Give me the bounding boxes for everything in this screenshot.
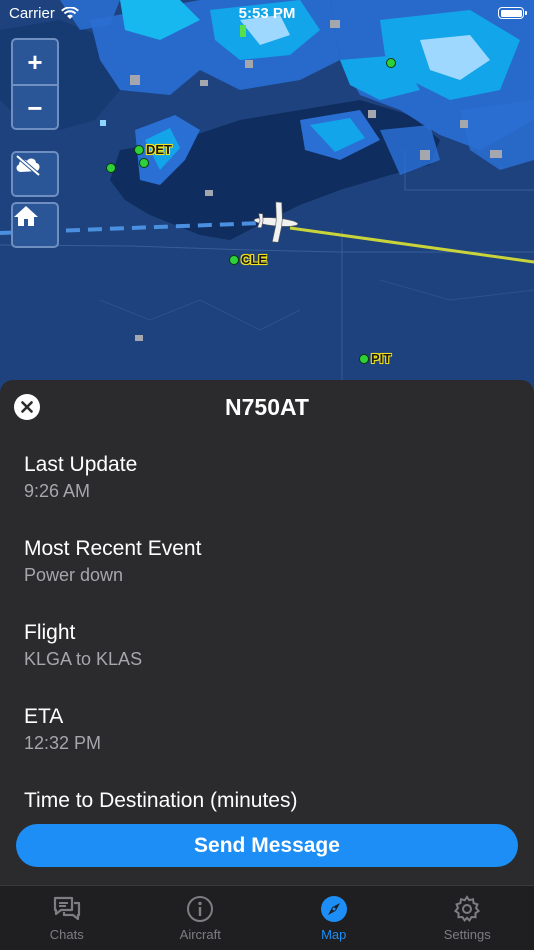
field-value: 12:32 PM: [24, 733, 102, 753]
airport-marker[interactable]: CLE: [229, 252, 267, 267]
airport-marker[interactable]: DET: [134, 142, 172, 157]
tab-label: Map: [321, 927, 347, 942]
field-value: KLGA to KLAS: [24, 649, 143, 669]
tab-bar: Chats Aircraft Map Settings: [0, 885, 534, 950]
airport-dot: [229, 254, 239, 265]
status-bar: Carrier 5:53 PM: [0, 0, 534, 28]
tab-label: Settings: [443, 927, 491, 942]
last-update-field: Last Update 9:26 AM: [24, 452, 137, 503]
map-view[interactable]: DET CLE PIT + −: [0, 0, 534, 400]
zoom-out-button[interactable]: −: [13, 86, 57, 130]
info-icon: [187, 896, 214, 922]
tab-chats[interactable]: Chats: [0, 886, 134, 950]
field-value: Power down: [24, 565, 124, 585]
chat-icon: [53, 896, 80, 921]
airport-code: PIT: [371, 351, 392, 366]
zoom-in-button[interactable]: +: [13, 40, 57, 86]
flight-field: Flight KLGA to KLAS: [24, 620, 142, 671]
field-label: Most Recent Event: [24, 537, 202, 560]
tab-label: Aircraft: [179, 927, 221, 942]
field-label: Flight: [24, 621, 76, 644]
battery-icon: [498, 7, 527, 19]
airport-dot[interactable]: [106, 163, 116, 173]
home-icon: [14, 206, 38, 226]
field-label: Last Update: [24, 453, 138, 476]
tab-label: Chats: [49, 927, 84, 942]
airport-marker[interactable]: PIT: [359, 351, 391, 366]
airport-dot: [359, 353, 369, 364]
home-button[interactable]: [11, 202, 59, 248]
tab-aircraft[interactable]: Aircraft: [134, 886, 268, 950]
airport-code: CLE: [241, 252, 267, 267]
airport-dot[interactable]: [139, 158, 149, 168]
compass-icon: [320, 896, 347, 922]
eta-field: ETA 12:32 PM: [24, 704, 101, 755]
sheet-title: N750AT: [225, 394, 309, 420]
recent-event-field: Most Recent Event Power down: [24, 536, 201, 587]
tab-map[interactable]: Map: [267, 886, 401, 950]
aircraft-detail-sheet: N750AT Last Update 9:26 AM Most Recent E…: [0, 380, 534, 885]
send-message-button[interactable]: Send Message: [16, 824, 518, 867]
map-canvas: [0, 0, 534, 400]
field-value: 9:26 AM: [24, 481, 91, 501]
airport-dot: [134, 144, 144, 155]
status-time: 5:53 PM: [238, 5, 296, 22]
zoom-control: + −: [11, 38, 59, 130]
field-label: Time to Destination (minutes): [24, 789, 298, 812]
tab-settings[interactable]: Settings: [401, 886, 534, 950]
field-label: ETA: [24, 705, 64, 728]
time-to-destination-field: Time to Destination (minutes): [24, 788, 297, 814]
gear-icon: [454, 895, 481, 923]
weather-toggle-button[interactable]: [11, 151, 59, 197]
cloud-off-icon: [15, 154, 41, 177]
airport-dot[interactable]: [386, 58, 396, 68]
airport-code: DET: [146, 142, 172, 157]
